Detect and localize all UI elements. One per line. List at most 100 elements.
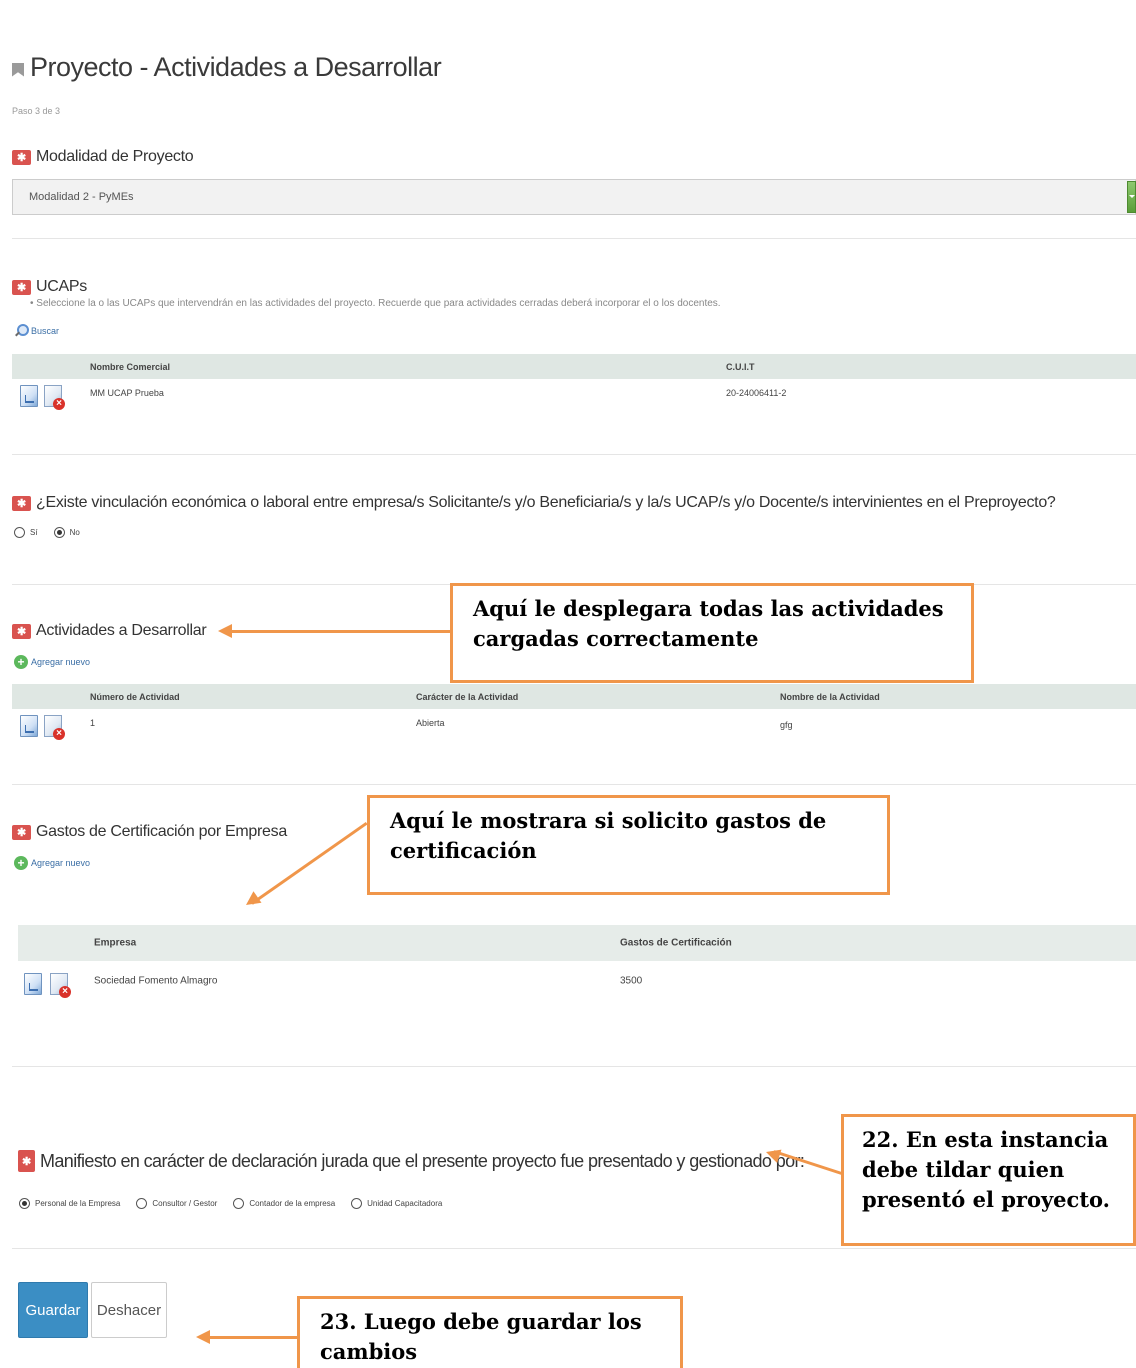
delete-document-icon[interactable]: [44, 715, 65, 740]
required-icon: ✱: [12, 149, 31, 165]
callout-manifiesto: 22. En esta instancia debe tildar quien …: [841, 1114, 1136, 1246]
radio-label: No: [69, 528, 80, 537]
actividades-label-text: Actividades a Desarrollar: [36, 622, 207, 639]
table-cell: MM UCAP Prueba: [90, 388, 164, 398]
bookmark-icon: [12, 62, 24, 77]
edit-document-icon[interactable]: [20, 715, 38, 737]
column-header: Nombre de la Actividad: [780, 691, 880, 702]
divider: [12, 1066, 1136, 1067]
divider: [12, 238, 1136, 239]
ucaps-table: Nombre Comercial C.U.I.T MM UCAP Prueba …: [12, 354, 1136, 415]
save-button[interactable]: Guardar: [18, 1282, 88, 1338]
column-header: Nombre Comercial: [90, 361, 171, 372]
required-icon: ✱: [12, 824, 31, 840]
actividades-label: ✱ Actividades a Desarrollar: [12, 622, 207, 640]
vinculacion-question: ✱ ¿Existe vinculación económica o labora…: [12, 494, 1056, 512]
modalidad-label: ✱ Modalidad de Proyecto: [12, 148, 194, 166]
delete-document-icon[interactable]: [50, 973, 71, 998]
add-icon: +: [14, 655, 28, 669]
callout-actividades: Aquí le desplegara todas las actividades…: [450, 583, 974, 683]
agregar-gasto-link[interactable]: + Agregar nuevo: [14, 856, 90, 870]
radio-button[interactable]: [351, 1198, 363, 1209]
radio-option-unidad[interactable]: Unidad Capacitadora: [351, 1198, 442, 1209]
modalidad-label-text: Modalidad de Proyecto: [36, 148, 194, 165]
radio-button-selected[interactable]: [19, 1198, 30, 1209]
ucaps-hint: • Seleccione la o las UCAPs que interven…: [30, 298, 721, 309]
radio-label: Personal de la Empresa: [35, 1199, 121, 1208]
callout-guardar: 23. Luego debe guardar los cambios: [297, 1296, 683, 1368]
required-icon: ✱: [12, 623, 31, 639]
callout-arrow: [210, 1336, 300, 1339]
table-cell: 1: [90, 718, 96, 728]
search-icon: [14, 324, 29, 338]
radio-label: Unidad Capacitadora: [367, 1199, 443, 1208]
divider: [12, 784, 1136, 785]
radio-button[interactable]: [233, 1198, 245, 1209]
edit-document-icon[interactable]: [20, 385, 38, 407]
dropdown-arrow-icon[interactable]: [1127, 181, 1136, 213]
table-header: Nombre Comercial C.U.I.T: [12, 354, 1136, 379]
callout-arrow: [230, 630, 452, 633]
column-header: Carácter de la Actividad: [416, 691, 519, 702]
gastos-table: Empresa Gastos de Certificación Sociedad…: [18, 925, 1136, 1009]
column-header: C.U.I.T: [726, 361, 755, 372]
manifiesto-radio-group: Personal de la Empresa Consultor / Gesto…: [19, 1198, 458, 1209]
gastos-label-text: Gastos de Certificación por Empresa: [36, 823, 287, 840]
radio-option-no[interactable]: No: [53, 527, 80, 538]
vinculacion-question-text: ¿Existe vinculación económica o laboral …: [36, 494, 1056, 511]
arrow-head-icon: [218, 624, 232, 638]
table-cell: 20-24006411-2: [726, 388, 787, 398]
vinculacion-radio-group: Sí No: [14, 527, 96, 538]
page-title: Proyecto - Actividades a Desarrollar: [12, 52, 442, 83]
agregar-label: Agregar nuevo: [31, 858, 91, 868]
edit-document-icon[interactable]: [24, 973, 42, 995]
agregar-label: Agregar nuevo: [31, 657, 91, 667]
table-cell: 3500: [620, 975, 643, 987]
column-header: Gastos de Certificación: [620, 937, 732, 949]
ucaps-label: ✱ UCAPs: [12, 278, 87, 296]
table-cell: gfg: [780, 720, 793, 730]
table-row: MM UCAP Prueba 20-24006411-2: [12, 379, 1136, 415]
page-title-text: Proyecto - Actividades a Desarrollar: [30, 52, 442, 82]
divider: [12, 454, 1136, 455]
column-header: Empresa: [94, 937, 137, 949]
radio-label: Consultor / Gestor: [152, 1199, 218, 1208]
divider: [12, 1248, 1136, 1249]
radio-option-si[interactable]: Sí: [14, 527, 38, 538]
manifiesto-label: ✱ Manifiesto en carácter de declaración …: [18, 1150, 805, 1172]
table-header: Empresa Gastos de Certificación: [18, 925, 1136, 961]
column-header: Número de Actividad: [90, 691, 180, 702]
delete-document-icon[interactable]: [44, 385, 65, 410]
modalidad-selected-value: Modalidad 2 - PyMEs: [29, 191, 134, 203]
required-icon: ✱: [18, 1150, 35, 1172]
radio-option-contador[interactable]: Contador de la empresa: [233, 1198, 335, 1209]
radio-label: Sí: [30, 528, 38, 537]
buscar-label: Buscar: [31, 326, 60, 336]
radio-button[interactable]: [14, 527, 25, 538]
radio-button-selected[interactable]: [53, 527, 65, 538]
add-icon: +: [14, 856, 28, 870]
callout-gastos: Aquí le mostrara si solicito gastos de c…: [367, 795, 890, 895]
table-header: Número de Actividad Carácter de la Activ…: [12, 684, 1136, 709]
step-indicator: Paso 3 de 3: [12, 106, 61, 116]
radio-option-consultor[interactable]: Consultor / Gestor: [136, 1198, 217, 1209]
undo-button[interactable]: Deshacer: [91, 1282, 167, 1338]
radio-button[interactable]: [136, 1198, 148, 1209]
modalidad-select[interactable]: Modalidad 2 - PyMEs: [12, 179, 1136, 215]
radio-option-personal[interactable]: Personal de la Empresa: [19, 1198, 120, 1209]
table-row: Sociedad Fomento Almagro 3500: [18, 961, 1136, 1009]
arrow-head-icon: [241, 891, 262, 911]
required-icon: ✱: [12, 279, 31, 295]
table-row: 1 Abierta gfg: [12, 709, 1136, 745]
table-cell: Sociedad Fomento Almagro: [94, 975, 218, 987]
gastos-label: ✱ Gastos de Certificación por Empresa: [12, 823, 287, 841]
agregar-actividad-link[interactable]: + Agregar nuevo: [14, 655, 90, 669]
arrow-head-icon: [196, 1330, 210, 1344]
required-icon: ✱: [12, 495, 31, 511]
ucaps-label-text: UCAPs: [36, 278, 87, 295]
actividades-table: Número de Actividad Carácter de la Activ…: [12, 684, 1136, 745]
buscar-link[interactable]: Buscar: [14, 324, 59, 338]
radio-label: Contador de la empresa: [249, 1199, 336, 1208]
table-cell: Abierta: [416, 718, 445, 728]
manifiesto-label-text: Manifiesto en carácter de declaración ju…: [40, 1150, 805, 1171]
